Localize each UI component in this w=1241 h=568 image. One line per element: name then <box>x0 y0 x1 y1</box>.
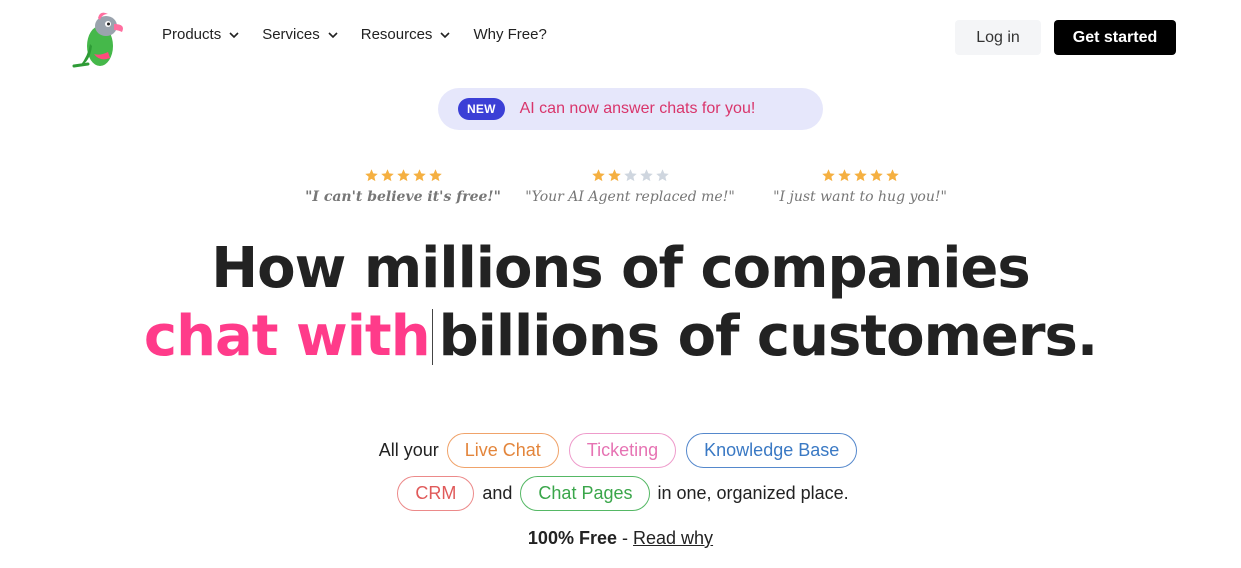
nav-resources[interactable]: Resources <box>361 26 451 43</box>
star-filled-icon <box>885 169 899 182</box>
typing-cursor <box>431 309 433 365</box>
star-filled-icon <box>607 169 621 182</box>
products-prefix: All your <box>378 440 439 460</box>
chevron-down-icon <box>440 31 451 38</box>
products-row-2: CRM and Chat Pages in one, organized pla… <box>0 476 1241 511</box>
products-row-1: All your Live Chat Ticketing Knowledge B… <box>0 433 1241 468</box>
free-separator: - <box>622 528 628 548</box>
review-quote: "I can't believe it's free!" <box>305 189 501 205</box>
chat-pages-tag[interactable]: Chat Pages <box>520 476 651 511</box>
nav-services-label: Services <box>262 26 320 43</box>
announcement-pill[interactable]: NEW AI can now answer chats for you! <box>438 88 823 130</box>
review-2: "Your AI Agent replaced me!" <box>520 168 740 205</box>
star-empty-icon <box>655 169 669 182</box>
rating-stars <box>520 168 740 186</box>
headline-rest: billions of customers. <box>438 304 1099 369</box>
free-label: 100% Free <box>527 528 617 548</box>
free-line: 100% Free - Read why <box>0 528 1241 549</box>
review-quote: "Your AI Agent replaced me!" <box>525 189 735 205</box>
get-started-button[interactable]: Get started <box>1054 20 1176 55</box>
star-filled-icon <box>396 169 410 182</box>
rating-stars <box>760 168 960 186</box>
review-3: "I just want to hug you!" <box>760 168 960 205</box>
star-filled-icon <box>591 169 605 182</box>
headline-line-2: chat with billions of customers. <box>0 304 1241 369</box>
review-1: "I can't believe it's free!" <box>303 168 503 205</box>
ticketing-tag[interactable]: Ticketing <box>568 433 677 468</box>
nav-why-free[interactable]: Why Free? <box>473 26 546 43</box>
knowledge-base-tag[interactable]: Knowledge Base <box>686 433 858 468</box>
star-filled-icon <box>428 169 442 182</box>
star-filled-icon <box>837 169 851 182</box>
nav-products-label: Products <box>162 26 222 43</box>
crm-tag[interactable]: CRM <box>397 476 475 511</box>
star-empty-icon <box>639 169 653 182</box>
star-empty-icon <box>623 169 637 182</box>
nav-resources-label: Resources <box>360 26 433 43</box>
new-badge: NEW <box>458 98 505 120</box>
chevron-down-icon <box>229 31 239 38</box>
nav-services[interactable]: Services <box>262 26 338 43</box>
star-filled-icon <box>412 169 426 182</box>
headline-line-1: How millions of companies <box>211 236 1030 301</box>
products-suffix: in one, organized place. <box>657 483 849 503</box>
star-filled-icon <box>821 169 835 182</box>
read-why-link[interactable]: Read why <box>633 528 713 548</box>
star-filled-icon <box>380 169 394 182</box>
nav-products[interactable]: Products <box>162 26 239 43</box>
headline-accent: chat with <box>143 304 431 369</box>
review-quote: "I just want to hug you!" <box>773 189 947 205</box>
live-chat-tag[interactable]: Live Chat <box>446 433 559 468</box>
nav-why-free-label: Why Free? <box>473 26 547 43</box>
star-filled-icon <box>869 169 883 182</box>
chevron-down-icon <box>328 31 338 38</box>
products-and: and <box>482 483 513 503</box>
star-filled-icon <box>364 169 378 182</box>
main-nav: Products Services Resources Why Free? <box>162 26 570 43</box>
rating-stars <box>303 168 503 186</box>
parrot-logo-icon[interactable] <box>70 6 132 70</box>
star-filled-icon <box>853 169 867 182</box>
login-button[interactable]: Log in <box>955 20 1041 55</box>
announcement-message: AI can now answer chats for you! <box>519 100 756 117</box>
